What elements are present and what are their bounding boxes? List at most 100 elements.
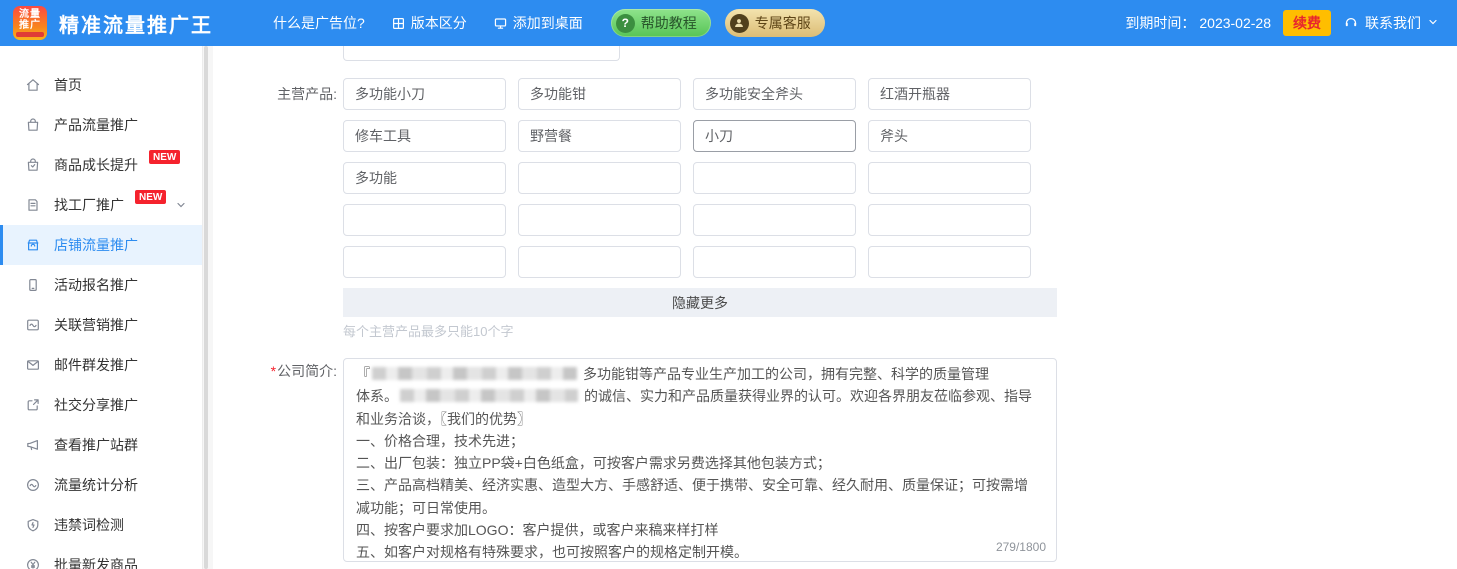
intro-line: 和业务洽谈，〖我们的优势〗 bbox=[356, 410, 531, 427]
intro-line: 『多功能钳等产品专业生产加工的公司，拥有完整、科学的质量管理 bbox=[356, 366, 989, 382]
required-asterisk: * bbox=[270, 363, 277, 379]
product-input[interactable] bbox=[868, 78, 1031, 110]
factory-icon bbox=[25, 197, 41, 213]
redacted-text-block bbox=[400, 389, 578, 403]
new-badge: NEW bbox=[149, 150, 181, 164]
sidebar-item-label: 产品流量推广 bbox=[54, 117, 138, 133]
sidebar-item-traffic-stats[interactable]: 流量统计分析 bbox=[0, 465, 202, 505]
clipped-input-above[interactable] bbox=[343, 46, 620, 61]
yuan-icon bbox=[25, 557, 41, 569]
product-input[interactable] bbox=[343, 246, 506, 278]
product-input[interactable] bbox=[518, 120, 681, 152]
sidebar-item-label: 批量新发商品 bbox=[54, 557, 138, 569]
product-input[interactable] bbox=[343, 120, 506, 152]
product-input[interactable] bbox=[343, 78, 506, 110]
headset-icon bbox=[1343, 14, 1359, 33]
sidebar-item-product-traffic[interactable]: 产品流量推广 bbox=[0, 105, 202, 145]
hide-more-button[interactable]: 隐藏更多 bbox=[343, 288, 1057, 317]
company-intro-label: *公司简介: bbox=[270, 363, 337, 379]
stats-icon bbox=[25, 477, 41, 493]
sidebar-item-shop-traffic[interactable]: 店铺流量推广 bbox=[0, 225, 202, 265]
scrollbar-thumb[interactable] bbox=[204, 46, 208, 569]
help-tutorial-label: 帮助教程 bbox=[640, 15, 697, 31]
product-input[interactable] bbox=[693, 78, 856, 110]
sidebar-item-label: 违禁词检测 bbox=[54, 517, 124, 533]
intro-line: 四、按客户要求加LOGO：客户提供，或客户来稿来样打样 bbox=[356, 522, 719, 539]
mail-icon bbox=[25, 357, 41, 373]
nav-version-compare[interactable]: 版本区分 bbox=[391, 13, 467, 33]
sidebar-item-email-blast[interactable]: 邮件群发推广 bbox=[0, 345, 202, 385]
intro-line: 体系。 的诚信、实力和产品质量获得业界的认可。欢迎各界朋友莅临参观、指导 bbox=[356, 388, 1032, 405]
sidebar-item-social-share[interactable]: 社交分享推广 bbox=[0, 385, 202, 425]
product-input[interactable] bbox=[693, 246, 856, 278]
product-input[interactable] bbox=[868, 162, 1031, 194]
sidebar-item-event-signup[interactable]: 活动报名推广 bbox=[0, 265, 202, 305]
product-input[interactable] bbox=[868, 120, 1031, 152]
contact-us-label: 联系我们 bbox=[1365, 15, 1421, 31]
redacted-text-block bbox=[372, 367, 577, 380]
app-logo: 流量 推广 bbox=[13, 6, 47, 40]
agent-person-icon bbox=[729, 13, 749, 33]
intro-line: 三、产品高档精美、经济实惠、造型大方、手感舒适、便于携带、安全可靠、经久耐用、质… bbox=[356, 477, 1028, 494]
app-window: 流量 推广 精准流量推广王 什么是广告位? 版本区分 添加到桌面 ? 帮助教程 … bbox=[0, 0, 1457, 569]
new-badge: NEW bbox=[135, 190, 167, 204]
char-counter: 279/1800 bbox=[991, 535, 1046, 558]
logo-ribbon bbox=[16, 32, 44, 37]
product-input[interactable] bbox=[868, 204, 1031, 236]
product-input[interactable] bbox=[343, 162, 506, 194]
sidebar-item-find-factory[interactable]: 找工厂推广 NEW bbox=[0, 185, 202, 225]
products-input-grid bbox=[343, 78, 1031, 278]
product-input[interactable] bbox=[518, 204, 681, 236]
share-icon bbox=[25, 397, 41, 413]
product-input[interactable] bbox=[343, 204, 506, 236]
renew-button[interactable]: 续费 bbox=[1283, 10, 1331, 36]
product-input[interactable] bbox=[518, 162, 681, 194]
sidebar-scrollbar[interactable] bbox=[202, 46, 213, 569]
company-intro-textarea[interactable]: 『多功能钳等产品专业生产加工的公司，拥有完整、科学的质量管理 体系。 的诚信、实力… bbox=[343, 358, 1057, 562]
main-form-panel: 主营产品: 隐藏更多 每个主营产品最多只能1 bbox=[213, 46, 1457, 569]
chevron-down-icon[interactable] bbox=[175, 199, 187, 211]
intro-line: 二、出厂包装：独立PP袋+白色纸盒，可按客户需求另费选择其他包装方式； bbox=[356, 455, 831, 472]
app-title: 精准流量推广王 bbox=[59, 14, 213, 37]
sidebar-item-label: 商品成长提升 bbox=[54, 157, 138, 173]
question-mark-icon: ? bbox=[615, 13, 635, 33]
desktop-icon bbox=[493, 16, 508, 31]
sidebar-item-home[interactable]: 首页 bbox=[0, 65, 202, 105]
sidebar-item-batch-publish[interactable]: 批量新发商品 bbox=[0, 545, 202, 569]
sidebar-item-label: 查看推广站群 bbox=[54, 437, 138, 453]
help-tutorial-button[interactable]: ? 帮助教程 bbox=[610, 9, 711, 37]
growth-bag-icon bbox=[25, 157, 41, 173]
contact-us-menu[interactable]: 联系我们 bbox=[1343, 13, 1439, 33]
sidebar-item-goods-growth[interactable]: 商品成长提升 NEW bbox=[0, 145, 202, 185]
sidebar-item-label: 活动报名推广 bbox=[54, 277, 138, 293]
products-field-label: 主营产品: bbox=[277, 86, 337, 102]
product-input[interactable] bbox=[518, 246, 681, 278]
chevron-down-icon bbox=[1427, 15, 1439, 31]
sidebar-item-label: 店铺流量推广 bbox=[54, 237, 138, 253]
header-right-group: 到期时间： 2023-02-28 续费 联系我们 bbox=[1125, 10, 1439, 36]
sidebar-item-banned-words[interactable]: 违禁词检测 bbox=[0, 505, 202, 545]
shop-icon bbox=[25, 237, 41, 253]
phone-icon bbox=[25, 277, 41, 293]
home-icon bbox=[25, 77, 41, 93]
product-input-focused[interactable] bbox=[693, 120, 856, 152]
product-input[interactable] bbox=[693, 204, 856, 236]
top-header: 流量 推广 精准流量推广王 什么是广告位? 版本区分 添加到桌面 ? 帮助教程 … bbox=[0, 0, 1457, 46]
megaphone-icon bbox=[25, 437, 41, 453]
nav-what-is-ad-slot[interactable]: 什么是广告位? bbox=[273, 13, 365, 33]
sidebar-item-promo-sites[interactable]: 查看推广站群 bbox=[0, 425, 202, 465]
sidebar-item-label: 流量统计分析 bbox=[54, 477, 138, 493]
nav-add-to-desktop-label: 添加到桌面 bbox=[512, 15, 583, 31]
sidebar-item-related-marketing[interactable]: 关联营销推广 bbox=[0, 305, 202, 345]
product-input[interactable] bbox=[868, 246, 1031, 278]
product-input[interactable] bbox=[518, 78, 681, 110]
nav-add-to-desktop[interactable]: 添加到桌面 bbox=[493, 13, 583, 33]
customer-service-button[interactable]: 专属客服 bbox=[724, 9, 825, 37]
logo-text-line2: 推广 bbox=[19, 20, 41, 31]
customer-service-label: 专属客服 bbox=[754, 15, 811, 31]
products-hint-text: 每个主营产品最多只能10个字 bbox=[343, 324, 514, 339]
sidebar-nav: 首页 产品流量推广 商品成长提升 NEW 找工厂推广 NEW 店铺流量推广 活动… bbox=[0, 46, 202, 569]
product-input[interactable] bbox=[693, 162, 856, 194]
expiry-date: 2023-02-28 bbox=[1199, 15, 1271, 31]
intro-line: 五、如客户对规格有特殊要求，也可按照客户的规格定制开模。 bbox=[356, 544, 748, 561]
